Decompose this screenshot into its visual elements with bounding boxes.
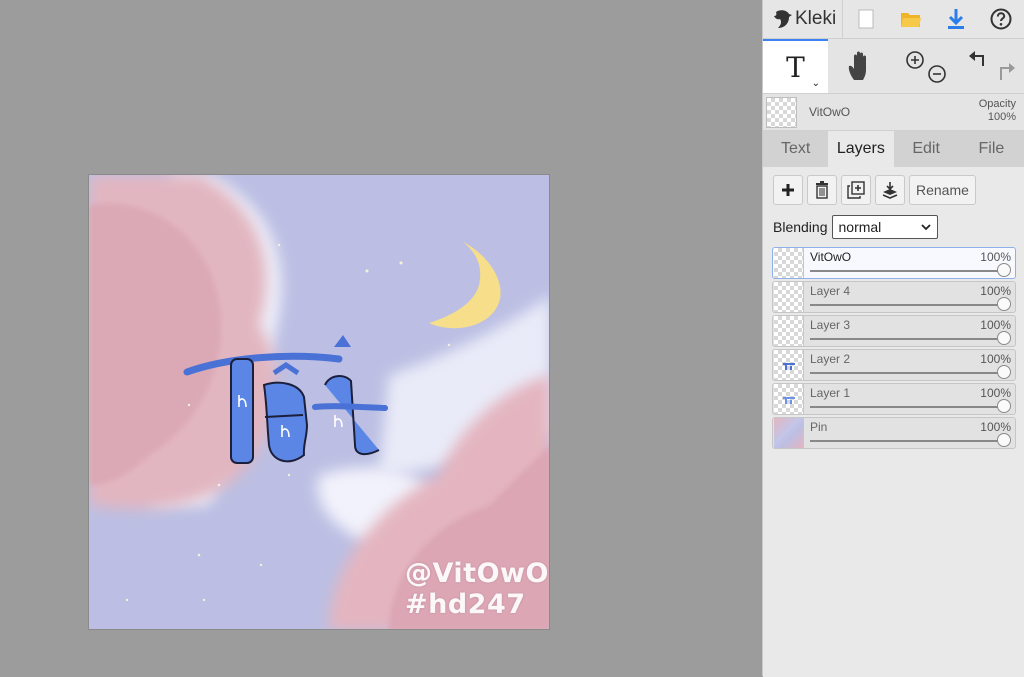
layer-opacity: 100%	[980, 420, 1011, 434]
rename-layer-button[interactable]: Rename	[909, 175, 976, 205]
merge-down-button[interactable]	[875, 175, 905, 205]
layer-opacity-slider-handle[interactable]	[997, 399, 1011, 413]
tab-file[interactable]: File	[959, 131, 1024, 167]
layer-thumbnail	[774, 418, 804, 448]
layer-preview-art	[783, 363, 795, 370]
layer-name: Pin	[810, 420, 828, 434]
blending-label: Blending	[773, 219, 828, 235]
blending-select[interactable]: normal	[831, 215, 938, 239]
panel-tabs: Text Layers Edit File	[763, 131, 1024, 167]
layer-item-layer-1[interactable]: Layer 1 100%	[772, 383, 1016, 415]
canvas-watermark-handle: @VitOwO	[405, 558, 549, 589]
layer-thumbnail	[774, 248, 804, 278]
zoom-out-icon[interactable]	[927, 65, 946, 83]
blending-value: normal	[838, 219, 882, 235]
add-layer-button[interactable]	[773, 175, 803, 205]
layer-opacity-slider-handle[interactable]	[997, 263, 1011, 277]
tool-row: T ⌄	[763, 39, 1024, 94]
help-icon	[990, 8, 1011, 30]
help-button[interactable]	[978, 0, 1023, 38]
hand-icon	[848, 51, 866, 80]
active-layer-strip[interactable]: VitOwO Opacity 100%	[763, 94, 1024, 131]
save-image-button[interactable]	[933, 0, 978, 38]
layer-opacity: 100%	[980, 318, 1011, 332]
text-tool-button[interactable]: T ⌄	[763, 39, 828, 93]
layer-name: Layer 3	[810, 318, 851, 332]
active-layer-opacity: Opacity 100%	[979, 98, 1016, 124]
layer-opacity-track[interactable]	[810, 372, 1001, 374]
layer-opacity-slider-handle[interactable]	[997, 331, 1011, 345]
layer-name: Layer 4	[810, 284, 851, 298]
new-file-icon	[858, 9, 873, 29]
layers-panel: Rename Blending normal VitOwO 100% Layer…	[763, 167, 1024, 677]
chevron-down-icon[interactable]: ⌄	[812, 78, 820, 89]
layer-actions: Rename	[773, 175, 1024, 205]
kleki-bird-icon	[774, 10, 792, 28]
layer-opacity-track[interactable]	[810, 440, 1001, 442]
tab-edit[interactable]: Edit	[894, 131, 959, 167]
layer-opacity-slider-handle[interactable]	[997, 433, 1011, 447]
layer-opacity: 100%	[980, 250, 1011, 264]
layer-opacity-track[interactable]	[810, 406, 1001, 408]
new-image-button[interactable]	[843, 0, 888, 38]
zoom-icons	[905, 51, 946, 83]
layer-opacity: 100%	[980, 352, 1011, 366]
top-bar: Kleki	[763, 0, 1024, 39]
layer-opacity-slider-handle[interactable]	[997, 365, 1011, 379]
duplicate-layer-button[interactable]	[841, 175, 871, 205]
layer-opacity-track[interactable]	[810, 270, 1001, 272]
download-icon	[947, 9, 964, 29]
canvas-watermark-hashtag: #hd247	[405, 589, 526, 620]
layer-thumbnail	[774, 384, 804, 414]
layer-item-vitowo[interactable]: VitOwO 100%	[772, 247, 1016, 279]
app-title: Kleki	[795, 8, 837, 29]
layer-opacity: 100%	[980, 386, 1011, 400]
opacity-value: 100%	[987, 111, 1016, 123]
layer-name: VitOwO	[810, 250, 852, 264]
drawing-canvas[interactable]: @VitOwO #hd247	[88, 174, 550, 630]
workspace[interactable]: @VitOwO #hd247	[0, 0, 762, 676]
layer-item-layer-4[interactable]: Layer 4 100%	[772, 281, 1016, 313]
layer-name: Layer 2	[810, 352, 851, 366]
layer-thumbnail	[774, 350, 804, 380]
opacity-label: Opacity	[978, 98, 1016, 110]
layer-opacity: 100%	[980, 284, 1011, 298]
layer-list: VitOwO 100% Layer 4 100% Layer 3 100% La…	[772, 247, 1016, 449]
layer-item-layer-3[interactable]: Layer 3 100%	[772, 315, 1016, 347]
undo-redo-icons	[968, 51, 1015, 80]
tab-layers[interactable]: Layers	[828, 131, 894, 167]
layer-opacity-track[interactable]	[810, 304, 1001, 306]
plus-icon	[782, 184, 794, 196]
trash-icon	[816, 181, 828, 199]
hand-tool-button[interactable]	[828, 39, 893, 93]
blending-row: Blending normal	[773, 215, 1024, 239]
kleki-logo[interactable]: Kleki	[763, 0, 843, 38]
folder-icon	[900, 13, 921, 27]
layer-preview-art	[783, 397, 795, 404]
side-panel: Kleki T ⌄ VitOwO Opacity 100% Text Layer…	[762, 0, 1024, 677]
layer-name: Layer 1	[810, 386, 851, 400]
layer-thumbnail	[774, 316, 804, 346]
text-tool-icon: T	[786, 50, 805, 84]
chevron-down-icon	[920, 223, 931, 230]
redo-icon[interactable]	[999, 63, 1015, 80]
layer-opacity-track[interactable]	[810, 338, 1001, 340]
open-image-button[interactable]	[888, 0, 933, 38]
layer-item-pin[interactable]: Pin 100%	[772, 417, 1016, 449]
zoom-buttons	[893, 39, 958, 93]
merge-down-icon	[882, 182, 898, 199]
tab-text[interactable]: Text	[763, 131, 828, 167]
delete-layer-button[interactable]	[807, 175, 837, 205]
active-layer-name: VitOwO	[809, 105, 851, 119]
undo-icon[interactable]	[968, 51, 984, 66]
zoom-in-icon[interactable]	[905, 51, 924, 69]
layer-item-layer-2[interactable]: Layer 2 100%	[772, 349, 1016, 381]
duplicate-icon	[847, 181, 865, 199]
undo-redo-buttons	[958, 39, 1023, 93]
active-layer-thumbnail	[766, 96, 797, 128]
layer-opacity-slider-handle[interactable]	[997, 297, 1011, 311]
layer-thumbnail	[774, 282, 804, 312]
